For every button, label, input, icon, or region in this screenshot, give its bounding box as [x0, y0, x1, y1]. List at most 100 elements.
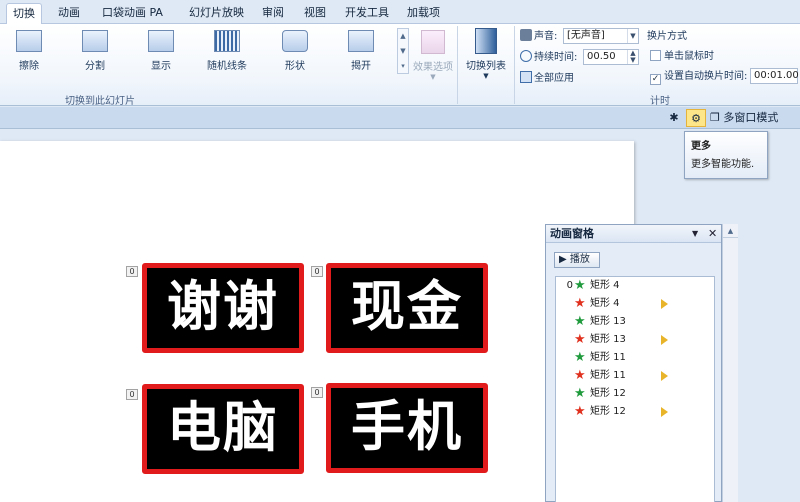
- list-item[interactable]: ★ 矩形 13: [556, 331, 714, 349]
- item-name: 矩形 11: [590, 370, 626, 381]
- item-number: 0: [566, 280, 573, 291]
- duration-value: 00.50: [587, 51, 616, 62]
- star-icon: ★: [574, 350, 586, 365]
- duration-stepper[interactable]: 00.50 ▲ ▼: [583, 49, 639, 65]
- apply-all-icon: [520, 71, 532, 83]
- sound-value: [无声音]: [567, 30, 605, 41]
- tab-animations[interactable]: 动画: [52, 3, 86, 24]
- group-separator: [514, 26, 515, 104]
- play-label: 播放: [569, 254, 590, 265]
- transition-reveal-label: 显示: [151, 61, 171, 72]
- reveal-icon: [148, 30, 174, 52]
- tile-text: 谢谢: [167, 275, 279, 338]
- text-tile[interactable]: 手机: [326, 383, 488, 473]
- transition-shape-button[interactable]: 形状: [268, 28, 322, 74]
- tile-text: 现金: [351, 275, 463, 338]
- gear-icon[interactable]: ⚙: [686, 109, 706, 127]
- multiwindow-label: 多窗口模式: [723, 111, 779, 124]
- effect-options-label: 效果选项: [413, 62, 453, 73]
- tab-addins[interactable]: 加载项: [401, 3, 446, 24]
- play-icon: ▶: [559, 254, 567, 265]
- tab-pocket-animation[interactable]: 口袋动画 PA: [96, 3, 169, 24]
- tile-text: 电脑: [167, 396, 279, 459]
- trigger-arrow-icon: [661, 407, 668, 417]
- effect-options-button[interactable]: 效果选项 ▼: [411, 28, 455, 86]
- list-item[interactable]: ★ 矩形 12: [556, 385, 714, 403]
- star-icon: ★: [574, 296, 586, 311]
- text-tile[interactable]: 现金: [326, 263, 488, 353]
- apply-all-button[interactable]: 全部应用: [520, 70, 574, 87]
- transition-wipe-button[interactable]: 擦除: [2, 28, 56, 74]
- ribbon: 擦除 分割 显示 随机线条 形状 揭开 ▲ ▼ ▾ 效果选项 ▼ 切换列表 ▼ …: [0, 24, 800, 107]
- collapse-arrow-icon[interactable]: ▼: [692, 225, 698, 242]
- animation-tag: 0: [126, 389, 138, 400]
- item-name: 矩形 13: [590, 316, 626, 327]
- transition-uncover-button[interactable]: 揭开: [334, 28, 388, 74]
- text-tile[interactable]: 谢谢: [142, 263, 304, 353]
- gallery-up-icon[interactable]: ▲: [398, 29, 408, 44]
- item-name: 矩形 12: [590, 406, 626, 417]
- tab-transitions[interactable]: 切换: [6, 3, 42, 25]
- tooltip-body: 更多智能功能.: [691, 159, 755, 170]
- on-click-checkbox[interactable]: 单击鼠标时: [650, 48, 714, 65]
- list-item[interactable]: ★ 矩形 13: [556, 313, 714, 331]
- animation-tag: 0: [126, 266, 138, 277]
- split-icon: [82, 30, 108, 52]
- transition-group-label: 切换到此幻灯片: [65, 96, 135, 107]
- after-time-label: 设置自动换片时间:: [664, 71, 748, 82]
- vertical-scrollbar[interactable]: ▲: [722, 224, 738, 502]
- animation-tag: 0: [311, 387, 323, 398]
- switch-list-label: 切换列表: [466, 61, 506, 72]
- list-item[interactable]: ★ 矩形 12: [556, 403, 714, 421]
- item-name: 矩形 13: [590, 334, 626, 345]
- item-name: 矩形 4: [590, 298, 620, 309]
- gallery-more-icon[interactable]: ▾: [398, 59, 408, 74]
- transition-split-button[interactable]: 分割: [68, 28, 122, 74]
- tab-review[interactable]: 审阅: [256, 3, 290, 24]
- tab-slideshow[interactable]: 幻灯片放映: [183, 3, 250, 24]
- more-tooltip: 更多 更多智能功能.: [684, 131, 768, 179]
- list-item[interactable]: ★ 矩形 11: [556, 367, 714, 385]
- trigger-arrow-icon: [661, 371, 668, 381]
- sound-dropdown[interactable]: [无声音] ▼: [563, 28, 639, 44]
- tab-developer[interactable]: 开发工具: [339, 3, 395, 24]
- transition-uncover-label: 揭开: [351, 61, 371, 72]
- after-time-input[interactable]: 00:01.00: [750, 68, 799, 84]
- transition-wipe-label: 擦除: [19, 61, 39, 72]
- clock-icon: [520, 50, 532, 62]
- animation-list: 0 ★ 矩形 4 ★ 矩形 4 ★ 矩形 13 ★ 矩形 13 ★ 矩形 11: [555, 276, 715, 502]
- scroll-up-icon[interactable]: ▲: [723, 224, 738, 238]
- star-icon: ★: [574, 332, 586, 347]
- stepper-icon[interactable]: ▲ ▼: [627, 50, 638, 64]
- transition-random-bars-label: 随机线条: [207, 61, 247, 72]
- apply-all-label: 全部应用: [534, 73, 574, 84]
- gallery-down-icon[interactable]: ▼: [398, 44, 408, 59]
- slide-canvas[interactable]: 0 谢谢 0 现金 0 电脑 0 手机: [0, 141, 634, 502]
- after-time-checkbox[interactable]: ✓ 设置自动换片时间:: [650, 68, 747, 85]
- checkbox-icon[interactable]: [650, 50, 661, 61]
- chevron-down-icon[interactable]: ▼: [627, 29, 638, 43]
- shape-icon: [282, 30, 308, 52]
- close-icon[interactable]: ✕: [708, 225, 717, 242]
- tile-text: 手机: [351, 395, 463, 458]
- tab-view[interactable]: 视图: [298, 3, 332, 24]
- animation-pane-title: 动画窗格: [550, 227, 594, 240]
- list-item[interactable]: 0 ★ 矩形 4: [556, 277, 714, 295]
- window-icon: ❐: [710, 111, 720, 124]
- multiwindow-button[interactable]: ❐ 多窗口模式: [710, 109, 778, 127]
- transition-reveal-button[interactable]: 显示: [134, 28, 188, 74]
- trigger-arrow-icon: [661, 335, 668, 345]
- uncover-icon: [348, 30, 374, 52]
- wipe-icon: [16, 30, 42, 52]
- play-button[interactable]: ▶ 播放: [554, 252, 600, 268]
- list-item[interactable]: ★ 矩形 4: [556, 295, 714, 313]
- list-item[interactable]: ★ 矩形 11: [556, 349, 714, 367]
- sparkle-icon[interactable]: ✱: [664, 109, 684, 127]
- text-tile[interactable]: 电脑: [142, 384, 304, 474]
- sound-row: 声音:: [520, 28, 557, 45]
- transition-random-bars-button[interactable]: 随机线条: [200, 28, 254, 74]
- gallery-scroll[interactable]: ▲ ▼ ▾: [397, 28, 409, 74]
- checkmark-icon[interactable]: ✓: [650, 74, 661, 85]
- switch-list-button[interactable]: 切换列表 ▼: [462, 28, 510, 86]
- star-icon: ★: [574, 278, 586, 293]
